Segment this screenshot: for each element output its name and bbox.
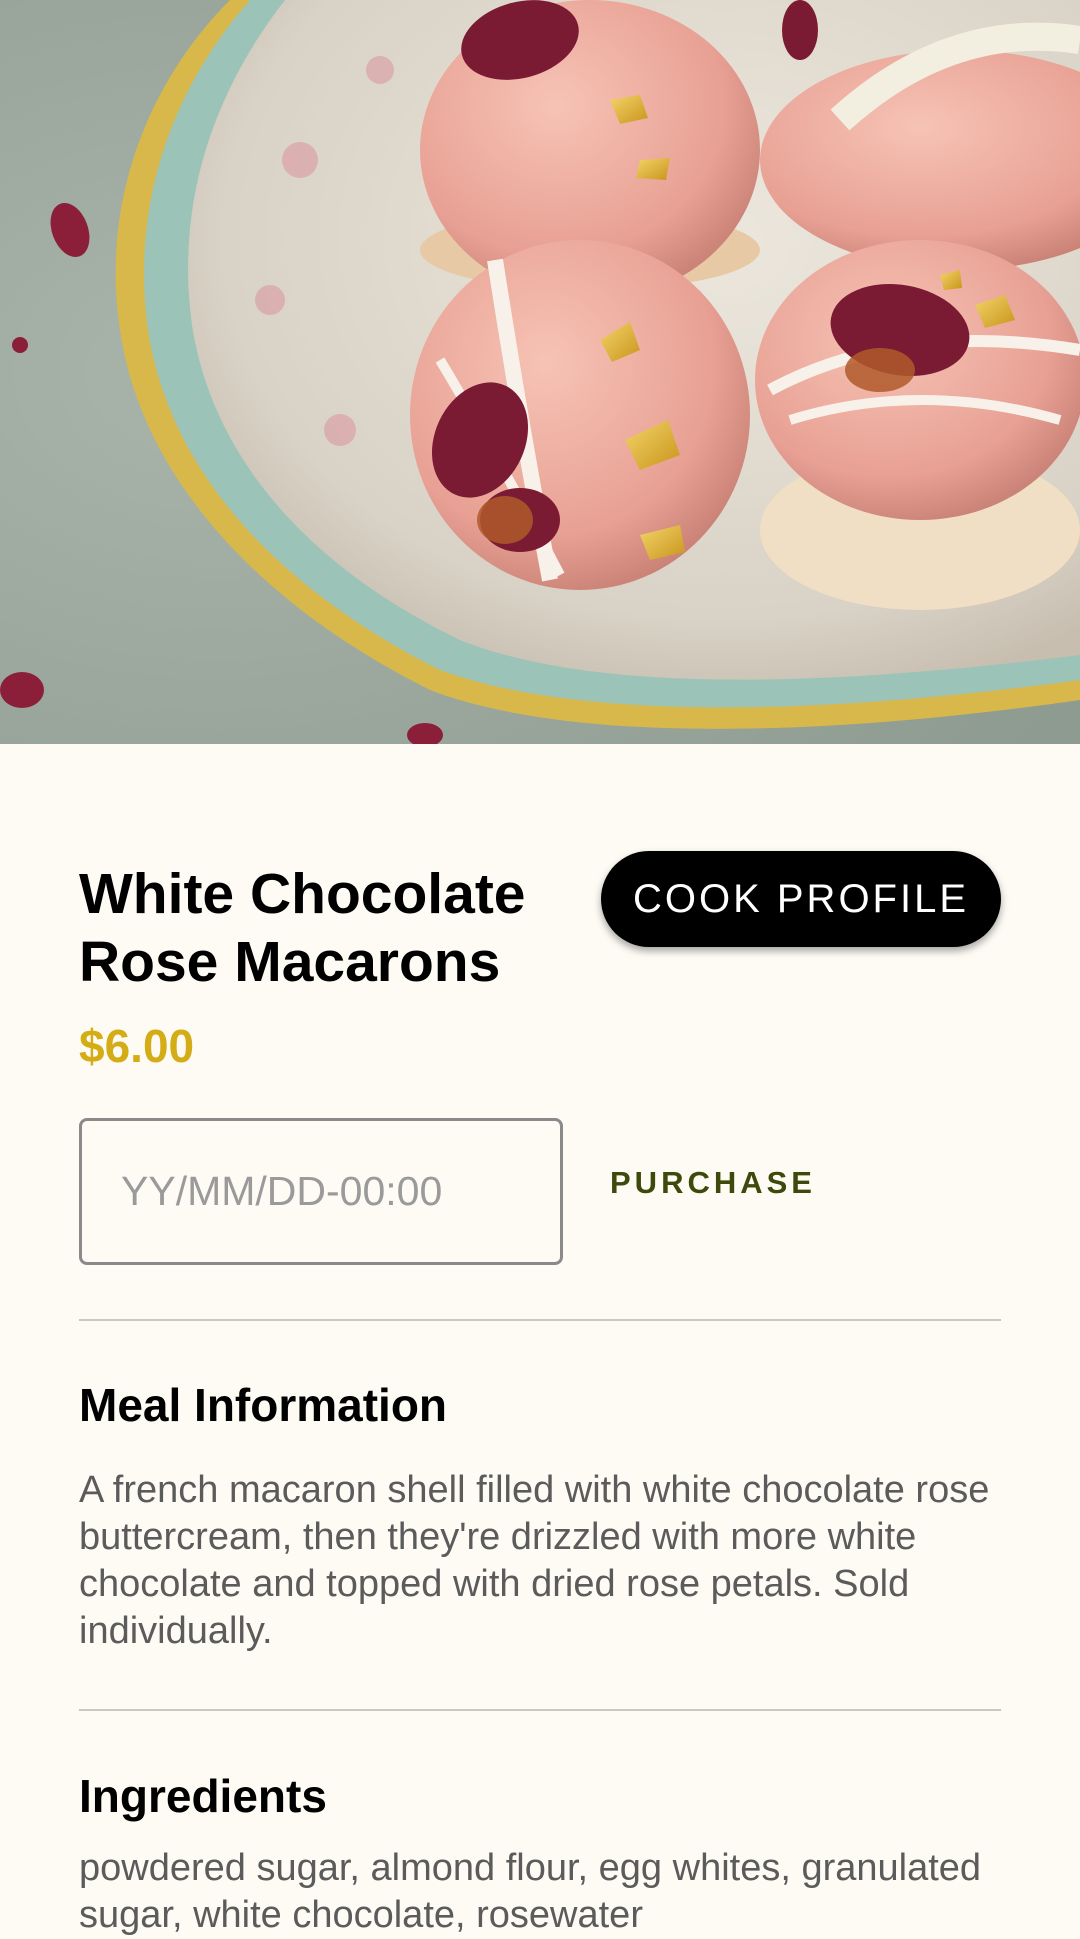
macaron-photo <box>0 0 1080 744</box>
ingredients-text: powdered sugar, almond flour, egg whites… <box>79 1847 982 1936</box>
ingredients-heading: Ingredients <box>79 1770 327 1822</box>
meal-information-heading: Meal Information <box>79 1379 448 1431</box>
hero-image <box>0 0 1080 744</box>
cook-profile-button[interactable]: COOK PROFILE <box>601 851 1001 947</box>
meal-information-text: A french macaron shell filled with white… <box>79 1469 990 1652</box>
purchase-button[interactable]: PURCHASE <box>600 1158 826 1208</box>
product-title: White Chocolate Rose Macarons <box>79 862 526 994</box>
divider <box>79 1709 1001 1711</box>
product-price: $6.00 <box>79 1020 195 1072</box>
delivery-datetime-input[interactable] <box>79 1118 563 1265</box>
divider <box>79 1319 1001 1321</box>
